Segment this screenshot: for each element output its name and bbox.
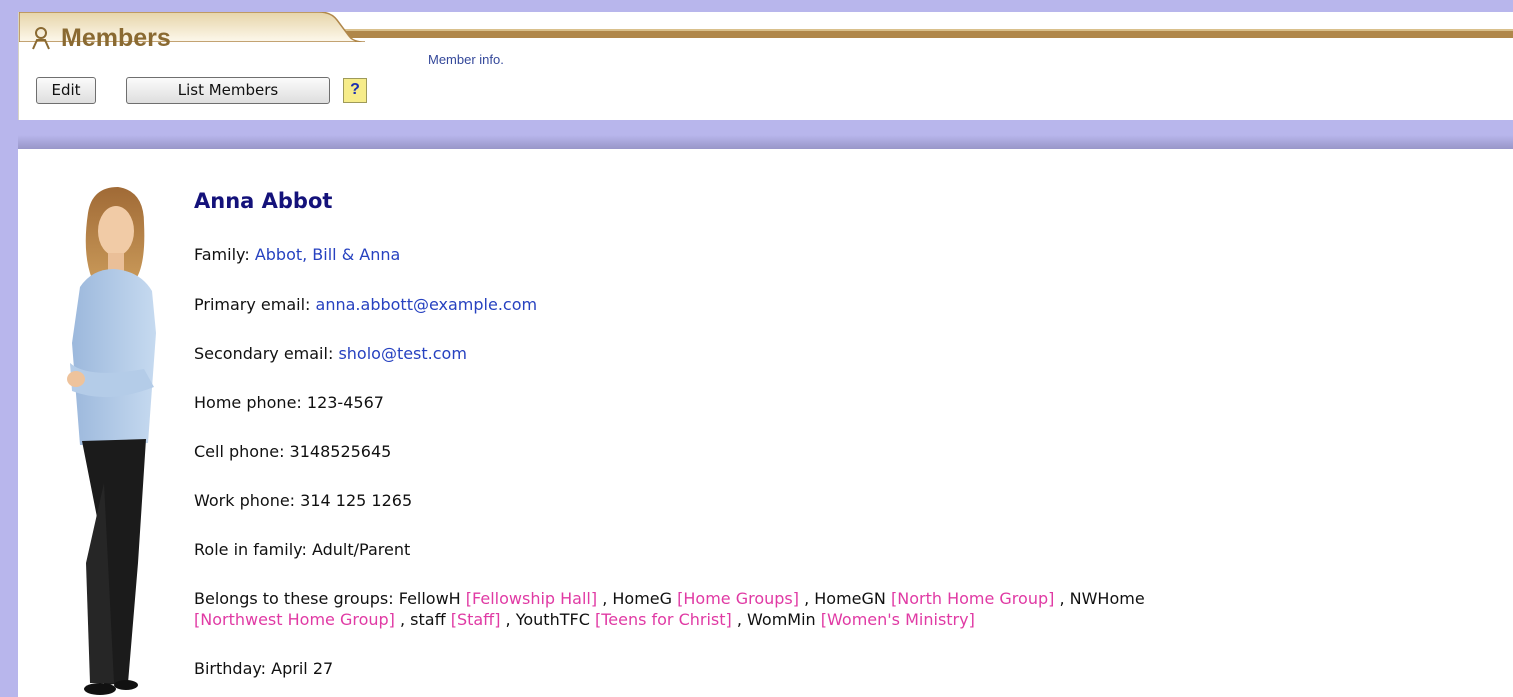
page-title-text: Members [61, 23, 171, 52]
groups-row: Belongs to these groups: FellowH [Fellow… [194, 589, 1145, 608]
edit-button[interactable]: Edit [36, 76, 96, 104]
cell-phone-row: Cell phone: 3148525645 [194, 442, 391, 461]
role-label: Role in family: [194, 540, 307, 559]
home-phone-row: Home phone: 123-4567 [194, 393, 384, 412]
family-row: Family: Abbot, Bill & Anna [194, 245, 400, 264]
page-title: Members [31, 23, 171, 53]
family-link[interactable]: Abbot, Bill & Anna [255, 245, 400, 264]
work-phone-row: Work phone: 314 125 1265 [194, 491, 412, 510]
birthday-row: Birthday: April 27 [194, 659, 333, 678]
work-phone-label: Work phone: [194, 491, 296, 510]
group-link[interactable]: [Fellowship Hall] [466, 589, 597, 608]
family-label: Family: [194, 245, 250, 264]
home-phone-value: 123-4567 [306, 393, 384, 412]
birthday-label: Birthday: [194, 659, 267, 678]
group-code: WomMin [747, 610, 816, 629]
birthday-value: April 27 [271, 659, 334, 678]
secondary-email-label: Secondary email: [194, 344, 334, 363]
header-panel: Members Member info. Edit List Members ? [18, 12, 1513, 120]
member-photo [67, 187, 156, 695]
list-members-button[interactable]: List Members [126, 76, 330, 104]
home-phone-label: Home phone: [194, 393, 302, 412]
group-link[interactable]: [Home Groups] [677, 589, 799, 608]
header-tab-band [19, 12, 1513, 42]
toolbar: Edit List Members ? [36, 75, 367, 105]
primary-email-link[interactable]: anna.abbott@example.com [316, 295, 538, 314]
cell-phone-value: 3148525645 [289, 442, 392, 461]
group-code: HomeG [612, 589, 673, 608]
cell-phone-label: Cell phone: [194, 442, 285, 461]
group-link[interactable]: [Women's Ministry] [821, 610, 975, 629]
group-code: YouthTFC [515, 610, 590, 629]
help-button[interactable]: ? [343, 77, 367, 103]
person-outline-icon [31, 26, 51, 50]
member-details-panel: Anna Abbot Family: Abbot, Bill & Anna Pr… [18, 135, 1513, 697]
question-mark-icon: ? [350, 81, 360, 98]
groups-label: Belongs to these groups: [194, 589, 394, 608]
group-link[interactable]: [Staff] [451, 610, 501, 629]
group-code: HomeGN [814, 589, 886, 608]
group-code: NWHome [1069, 589, 1145, 608]
group-link[interactable]: [Teens for Christ] [595, 610, 732, 629]
secondary-email-link[interactable]: sholo@test.com [338, 344, 466, 363]
member-name: Anna Abbot [194, 189, 333, 213]
page-subtitle: Member info. [428, 52, 504, 67]
group-code: FellowH [398, 589, 461, 608]
primary-email-row: Primary email: anna.abbott@example.com [194, 295, 537, 314]
group-code: staff [410, 610, 446, 629]
role-row: Role in family: Adult/Parent [194, 540, 410, 559]
groups-row-continued: [Northwest Home Group] , staff [Staff] ,… [194, 610, 975, 629]
role-value: Adult/Parent [311, 540, 411, 559]
secondary-email-row: Secondary email: sholo@test.com [194, 344, 467, 363]
group-link[interactable]: [Northwest Home Group] [194, 610, 395, 629]
group-link[interactable]: [North Home Group] [891, 589, 1054, 608]
work-phone-value: 314 125 1265 [300, 491, 413, 510]
primary-email-label: Primary email: [194, 295, 311, 314]
